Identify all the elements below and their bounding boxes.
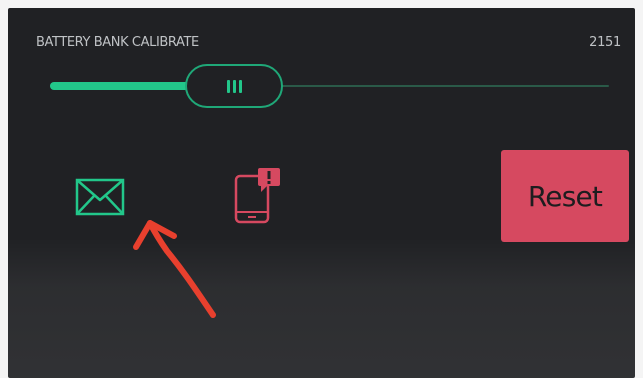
reset-button[interactable]: Reset xyxy=(501,150,629,242)
grip-icon xyxy=(226,79,242,93)
slider-value: 2151 xyxy=(589,35,621,50)
slider-title: BATTERY BANK CALIBRATE xyxy=(36,35,199,50)
red-arrow-annotation xyxy=(133,220,216,318)
slider-handle[interactable] xyxy=(185,64,284,108)
screenshot-stage: BATTERY BANK CALIBRATE 2151 Reset xyxy=(0,0,643,378)
mail-icon[interactable] xyxy=(74,176,126,218)
phone-notification-icon[interactable] xyxy=(234,166,282,224)
slider-track[interactable] xyxy=(50,82,609,90)
app-dashboard: BATTERY BANK CALIBRATE 2151 Reset xyxy=(8,8,635,378)
